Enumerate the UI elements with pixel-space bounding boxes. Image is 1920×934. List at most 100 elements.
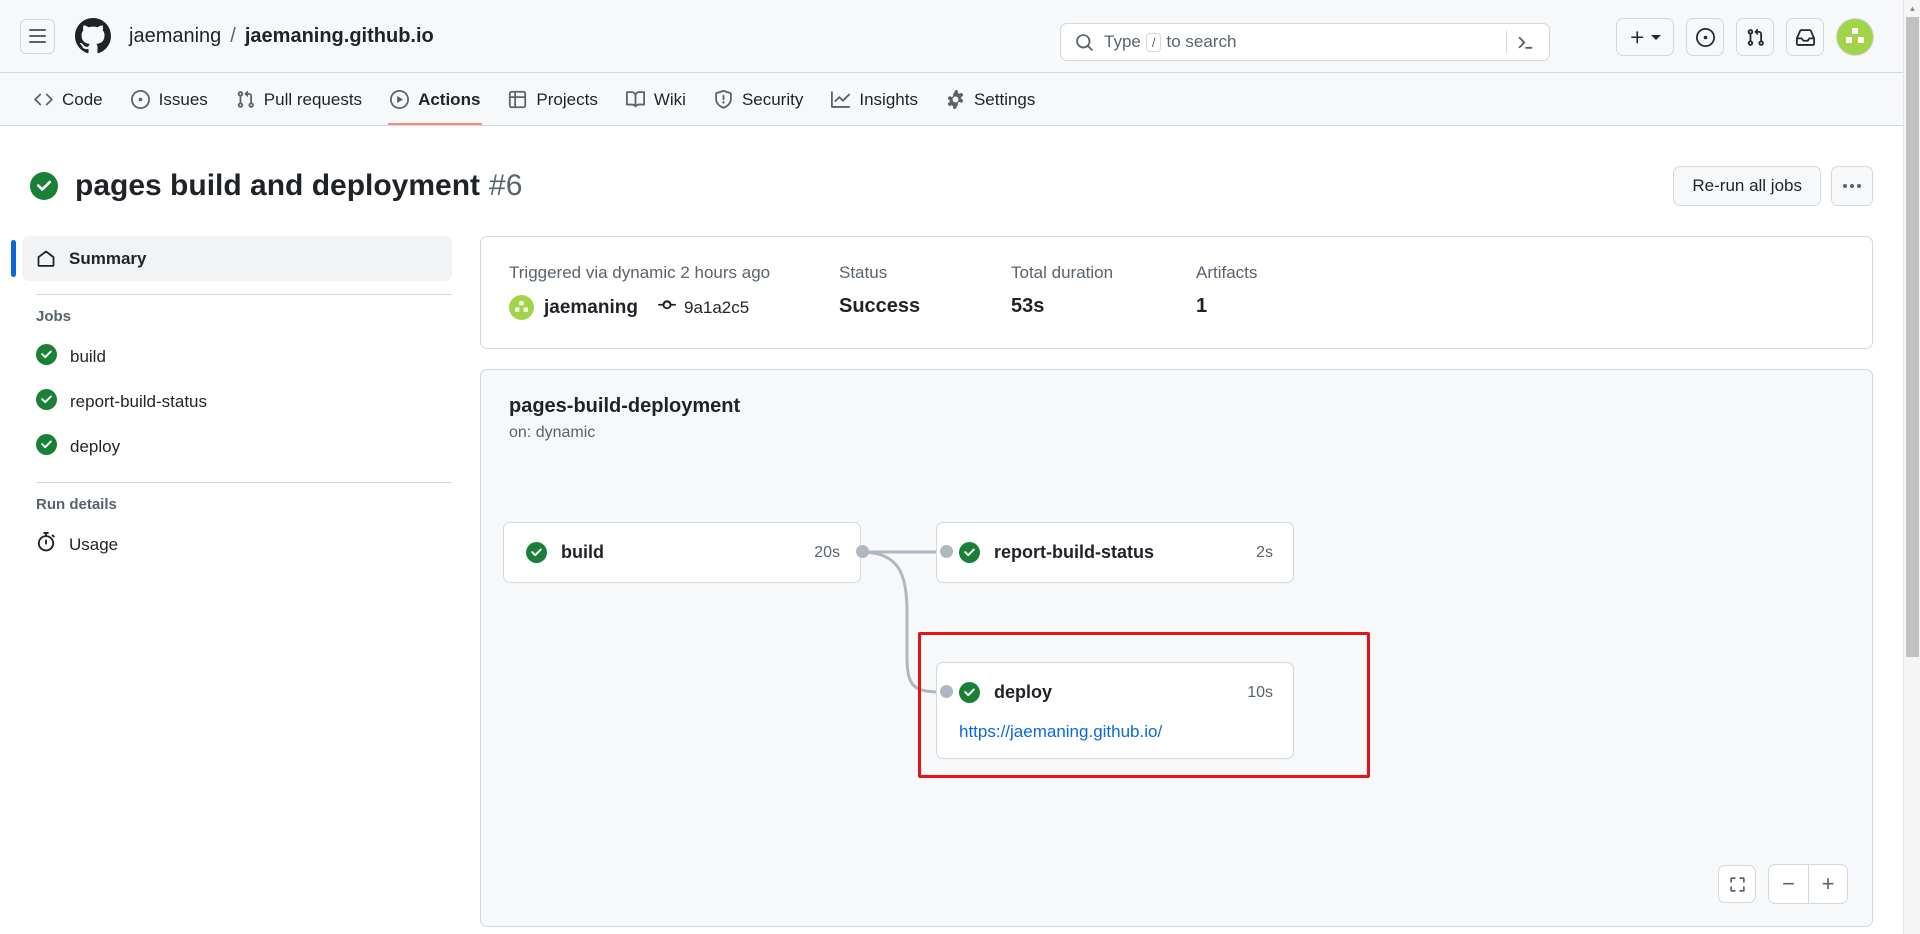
gear-icon: [946, 90, 965, 109]
sidebar-job-build-label: build: [70, 346, 106, 366]
breadcrumb-owner[interactable]: jaemaning: [129, 25, 221, 48]
workflow-node-build-duration: 20s: [814, 543, 840, 561]
meta-commit-ref[interactable]: 9a1a2c5: [657, 296, 750, 319]
user-avatar-glyph: [1846, 28, 1864, 43]
workflow-port-deploy-in: [940, 685, 953, 698]
sidebar-item-usage[interactable]: Usage: [22, 522, 452, 567]
sidebar-job-report-build-status[interactable]: report-build-status: [22, 379, 452, 424]
breadcrumb: jaemaning / jaemaning.github.io: [129, 25, 434, 48]
workflow-graph-header: pages-build-deployment on: dynamic: [481, 370, 1872, 442]
tab-settings[interactable]: Settings: [934, 74, 1047, 125]
search-divider: [1506, 31, 1507, 53]
global-header: jaemaning / jaemaning.github.io Type / t…: [0, 0, 1903, 73]
tab-actions-label: Actions: [418, 89, 481, 109]
hamburger-icon[interactable]: [20, 18, 55, 54]
breadcrumb-separator: /: [230, 24, 236, 47]
tab-insights-label: Insights: [859, 89, 918, 109]
breadcrumb-repo[interactable]: jaemaning.github.io: [245, 25, 434, 48]
run-number: #6: [489, 169, 523, 202]
tab-pull-requests[interactable]: Pull requests: [224, 74, 374, 125]
page-title: pages build and deployment: [75, 169, 481, 202]
meta-duration-value: 53s: [1011, 295, 1045, 317]
issues-button[interactable]: [1686, 18, 1724, 56]
terminal-icon[interactable]: [1516, 33, 1539, 52]
tab-issues-label: Issues: [158, 89, 208, 109]
actor-avatar[interactable]: [509, 295, 534, 320]
workflow-edges: [864, 550, 952, 694]
tab-pull-requests-label: Pull requests: [263, 89, 363, 109]
issue-opened-icon: [130, 90, 150, 109]
table-icon: [508, 90, 527, 109]
zoom-out-button[interactable]: −: [1769, 865, 1808, 903]
notifications-button[interactable]: [1786, 18, 1824, 56]
workflow-node-deploy-name: deploy: [994, 682, 1053, 702]
inbox-icon: [1795, 28, 1815, 46]
code-icon: [34, 90, 53, 109]
rerun-all-jobs-button[interactable]: Re-run all jobs: [1673, 166, 1821, 206]
tab-projects-label: Projects: [536, 89, 598, 109]
workflow-node-deploy-duration: 10s: [1247, 683, 1273, 701]
search-input[interactable]: Type / to search: [1060, 23, 1550, 61]
sidebar-item-usage-label: Usage: [69, 534, 119, 554]
meta-commit-sha: 9a1a2c5: [683, 297, 750, 317]
workflow-node-report-row: report-build-status 2s: [937, 523, 1293, 582]
sidebar-run-details-heading: Run details: [36, 496, 117, 513]
meta-actor-name[interactable]: jaemaning: [544, 297, 638, 319]
sidebar-job-deploy[interactable]: deploy: [22, 424, 452, 469]
tab-wiki[interactable]: Wiki: [614, 74, 698, 125]
actor-avatar-glyph: [515, 301, 528, 312]
issue-opened-icon: [1695, 27, 1715, 47]
meta-status-column: Status Success: [839, 263, 1011, 320]
scrollbar-thumb[interactable]: [1906, 17, 1919, 657]
pull-requests-button[interactable]: [1736, 18, 1774, 56]
meta-artifacts-value: 1: [1196, 295, 1208, 317]
sidebar-item-summary-label: Summary: [69, 248, 147, 268]
meta-status-label: Status: [839, 263, 888, 282]
page-scrollbar[interactable]: ▲: [1903, 0, 1920, 934]
workflow-name: pages-build-deployment: [509, 395, 741, 417]
tab-code[interactable]: Code: [22, 74, 115, 125]
run-sidebar: Summary Jobs build report-build-status d…: [11, 236, 452, 934]
status-badge: Success: [839, 295, 921, 317]
scroll-up-arrow-icon[interactable]: ▲: [1904, 0, 1920, 17]
workflow-node-report-build-status[interactable]: report-build-status 2s: [936, 522, 1294, 583]
shield-icon: [714, 90, 733, 109]
fit-screen-icon[interactable]: [1718, 865, 1756, 903]
workflow-node-deploy[interactable]: deploy 10s https://jaemaning.github.io/: [936, 662, 1294, 759]
sidebar-jobs-heading: Jobs: [36, 308, 72, 325]
workflow-node-deploy-row: deploy 10s: [937, 663, 1293, 722]
search-placeholder-suffix: to search: [1166, 32, 1237, 51]
sidebar-divider: [36, 294, 452, 295]
avatar[interactable]: [1836, 18, 1874, 56]
tab-actions[interactable]: Actions: [378, 74, 492, 125]
meta-trigger-label: Triggered via dynamic 2 hours ago: [509, 263, 771, 282]
run-meta-grid: Triggered via dynamic 2 hours ago jaeman…: [509, 263, 1844, 320]
github-logo-icon[interactable]: [75, 18, 111, 54]
zoom-in-button[interactable]: +: [1808, 865, 1847, 903]
workflow-node-build-name: build: [561, 542, 604, 562]
check-circle-fill-icon: [526, 542, 547, 563]
meta-actor-row: jaemaning 9a1a2c5: [509, 295, 839, 320]
check-circle-fill-icon: [36, 433, 57, 460]
workflow-node-deploy-link[interactable]: https://jaemaning.github.io/: [937, 722, 1293, 758]
tab-insights[interactable]: Insights: [819, 74, 930, 125]
chevron-down-icon: [1651, 34, 1661, 40]
tab-security[interactable]: Security: [702, 74, 815, 125]
sidebar-job-build[interactable]: build: [22, 334, 452, 379]
tab-code-label: Code: [62, 89, 103, 109]
search-placeholder: Type / to search: [1104, 32, 1497, 52]
graph-zoom-pair: − +: [1768, 864, 1848, 904]
kebab-dot: [1857, 184, 1861, 188]
tab-issues[interactable]: Issues: [119, 74, 220, 125]
more-options-button[interactable]: [1831, 166, 1873, 206]
workflow-graph-canvas[interactable]: build 20s report-build-status 2s deploy …: [481, 442, 1872, 872]
run-body: Summary Jobs build report-build-status d…: [0, 218, 1903, 934]
sidebar-item-summary[interactable]: Summary: [11, 236, 452, 281]
workflow-node-build[interactable]: build 20s: [503, 522, 861, 583]
tab-settings-label: Settings: [973, 89, 1036, 109]
create-new-button[interactable]: [1616, 18, 1674, 56]
tab-wiki-label: Wiki: [653, 89, 686, 109]
tab-projects[interactable]: Projects: [496, 74, 609, 125]
search-slash-key: /: [1145, 32, 1162, 52]
check-circle-fill-icon: [30, 172, 58, 200]
